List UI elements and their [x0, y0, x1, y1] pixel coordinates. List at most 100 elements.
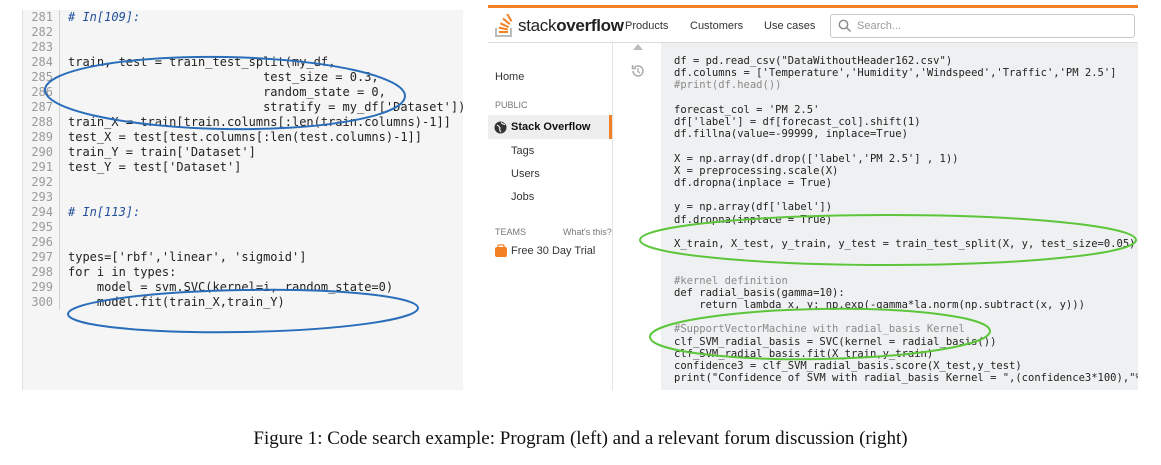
search-icon: [838, 19, 852, 33]
line-number: 298: [23, 265, 60, 280]
code-line: 297 types=['rbf','linear', 'sigmoid']: [23, 250, 306, 265]
so-code-line: df.fillna(value=-99999, inplace=True): [674, 128, 908, 141]
code-text: model.fit(train_X,train_Y): [68, 295, 285, 309]
sidebar-item-stack-overflow[interactable]: Stack Overflow: [511, 121, 590, 133]
code-line: 286 random_state = 0,: [23, 85, 386, 100]
so-code-line: df.dropna(inplace = True): [674, 177, 833, 189]
sidebar-section-public: PUBLIC: [495, 100, 528, 110]
code-text: test_Y = test['Dataset']: [68, 160, 242, 174]
so-code-comment: #kernel definition: [674, 274, 788, 287]
line-number: 289: [23, 130, 60, 145]
code-line: 293: [23, 190, 68, 205]
code-text: test_size = 0.3,: [68, 70, 379, 84]
sidebar-item-free-trial[interactable]: Free 30 Day Trial: [511, 245, 595, 257]
so-code-line: df = pd.read_csv("DataWithoutHeader162.c…: [674, 55, 953, 67]
code-text: test_X = test[test.columns[:len(test.col…: [68, 130, 423, 144]
code-text: train_Y = train['Dataset']: [68, 145, 256, 159]
stack-overflow-logo-icon: [495, 14, 513, 37]
line-number: 299: [23, 280, 60, 295]
so-code-line: clf_SVM_radial_basis = SVC(kernel = radi…: [674, 335, 997, 348]
so-code-line: forecast_col = 'PM 2.5': [674, 103, 820, 116]
logo-text-bold: overflow: [556, 16, 624, 35]
line-number: 295: [23, 220, 60, 235]
so-code-line: confidence3 = clf_SVM_radial_basis.score…: [674, 360, 1022, 372]
so-code-line: clf_SVM_radial_basis.fit(X_train,y_train…: [674, 347, 934, 360]
code-line: 282: [23, 25, 68, 40]
so-code-comment: #SupportVectorMachine with radial_basis …: [674, 323, 965, 336]
search-placeholder: Search...: [857, 20, 902, 32]
so-code-line: X = np.array(df.drop(['label','PM 2.5'] …: [674, 152, 959, 165]
sidebar-section-teams: TEAMS: [495, 227, 527, 237]
so-code-line: df.columns = ['Temperature','Humidity','…: [674, 67, 1117, 80]
line-number: 283: [23, 40, 60, 55]
code-line: 299 model = svm.SVC(kernel=i, random_sta…: [23, 280, 393, 295]
code-line: 296: [23, 235, 68, 250]
answer-code-block: df = pd.read_csv("DataWithoutHeader162.c…: [661, 43, 1138, 390]
line-number: 294: [23, 205, 60, 220]
code-comment: # In[113]:: [68, 205, 141, 219]
nav-customers[interactable]: Customers: [690, 20, 743, 32]
code-line: 292: [23, 175, 68, 190]
so-header: stackoverflow Products Customers Use cas…: [488, 5, 1138, 43]
code-text: random_state = 0,: [68, 85, 386, 99]
upvote-arrow-icon[interactable]: [633, 44, 643, 50]
so-code-line: X_train, X_test, y_train, y_test = train…: [674, 238, 1136, 250]
line-number: 297: [23, 250, 60, 265]
search-input[interactable]: Search...: [830, 14, 1135, 38]
so-code-line: X = preprocessing.scale(X): [674, 164, 839, 177]
so-code-comment: #print(df.head()): [674, 79, 782, 92]
nav-use-cases[interactable]: Use cases: [764, 20, 815, 32]
line-number: 286: [23, 85, 60, 100]
globe-icon: [494, 121, 507, 134]
code-line: 288 train_X = train[train.columns[:len(tr…: [23, 115, 451, 130]
code-line: 295: [23, 220, 68, 235]
so-code-line: print("Confidence of SVM with radial_bas…: [674, 372, 1138, 385]
so-sidebar: Home PUBLIC Stack Overflow Tags Users Jo…: [488, 43, 613, 390]
code-text: stratify = my_df['Dataset']): [68, 100, 463, 114]
sidebar-item-home[interactable]: Home: [495, 71, 524, 83]
code-line: 298 for i in types:: [23, 265, 176, 280]
so-code-line: df['label'] = df[forecast_col].shift(1): [674, 116, 921, 128]
code-text: for i in types:: [68, 265, 177, 279]
code-line: 294 # In[113]:: [23, 205, 140, 220]
line-number: 281: [23, 10, 60, 25]
whats-this-link[interactable]: What's this?: [563, 227, 612, 237]
forum-screenshot-panel: stackoverflow Products Customers Use cas…: [488, 5, 1138, 390]
line-number: 293: [23, 190, 60, 205]
line-number: 284: [23, 55, 60, 70]
history-icon[interactable]: [630, 63, 646, 79]
line-number: 296: [23, 235, 60, 250]
line-number: 300: [23, 295, 60, 310]
so-code-line: return lambda x, y: np.exp(-gamma*la.nor…: [674, 299, 1085, 311]
line-number: 290: [23, 145, 60, 160]
sidebar-item-users[interactable]: Users: [511, 168, 540, 180]
sidebar-item-jobs[interactable]: Jobs: [511, 191, 534, 203]
so-code-line: def radial_basis(gamma=10):: [674, 286, 845, 299]
logo-text-light: stack: [518, 16, 557, 35]
code-line: 290 train_Y = train['Dataset']: [23, 145, 256, 160]
so-code-line: y = np.array(df['label']): [674, 201, 833, 214]
briefcase-icon: [495, 244, 507, 257]
nav-products[interactable]: Products: [625, 20, 668, 32]
code-line: 300 model.fit(train_X,train_Y): [23, 295, 285, 310]
program-code-panel: 281 # In[109]: 282 283 284 train, test = trai…: [22, 10, 463, 390]
code-comment: # In[109]:: [68, 10, 141, 24]
code-text: train_X = train[train.columns[:len(train…: [68, 115, 451, 129]
code-line: 283: [23, 40, 68, 55]
line-number: 288: [23, 115, 60, 130]
code-line: 285 test_size = 0.3,: [23, 70, 379, 85]
code-text: train, test = train_test_split(my_df,: [68, 55, 336, 69]
figure-caption: Figure 1: Code search example: Program (…: [253, 428, 908, 449]
code-text: model = svm.SVC(kernel=i, random_state=0…: [68, 280, 394, 294]
code-line: 291 test_Y = test['Dataset']: [23, 160, 241, 175]
line-number: 285: [23, 70, 60, 85]
code-line: 284 train, test = train_test_split(my_df,: [23, 55, 335, 70]
code-line: 281 # In[109]:: [23, 10, 140, 25]
so-logo[interactable]: stackoverflow: [494, 13, 624, 39]
code-line: 289 test_X = test[test.columns[:len(test.…: [23, 130, 422, 145]
sidebar-item-tags[interactable]: Tags: [511, 145, 534, 157]
line-number: 291: [23, 160, 60, 175]
line-number: 287: [23, 100, 60, 115]
vote-column: [613, 43, 661, 390]
code-text: types=['rbf','linear', 'sigmoid']: [68, 250, 307, 264]
